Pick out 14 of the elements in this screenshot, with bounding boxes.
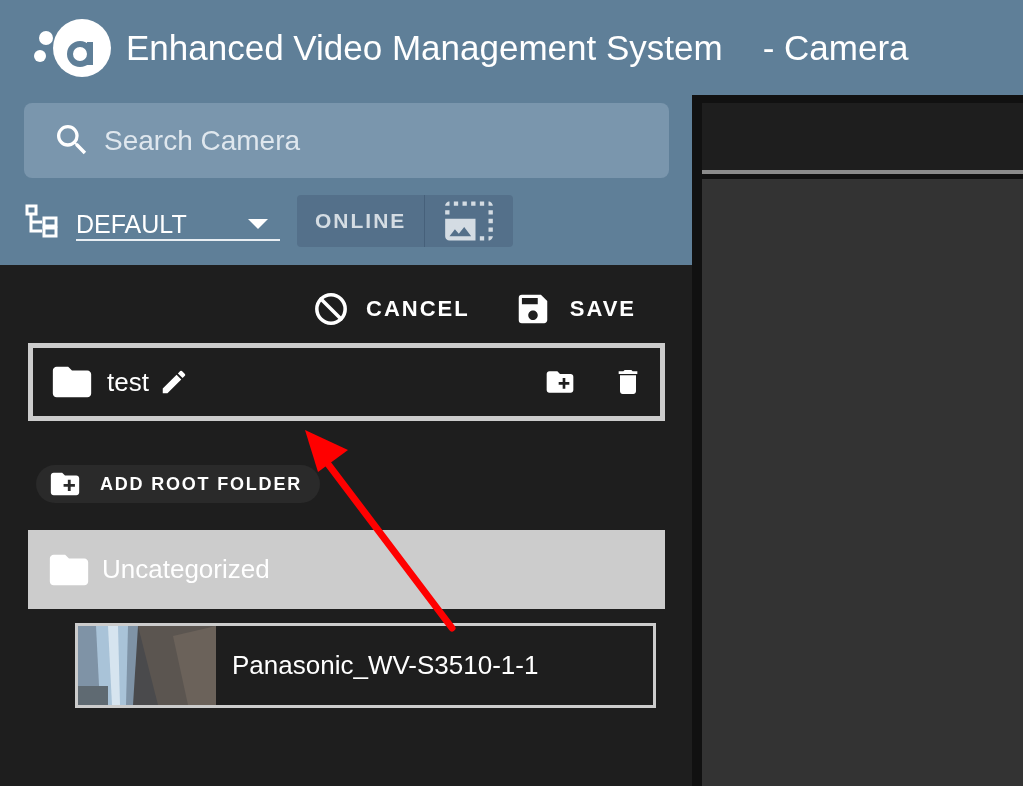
caret-icon (248, 219, 268, 229)
cancel-icon (314, 291, 349, 326)
add-root-folder-button[interactable]: ADD ROOT FOLDER (36, 465, 320, 503)
folder-name: test (107, 366, 149, 398)
camera-name: Panasonic_WV-S3510-1-1 (232, 650, 539, 681)
site-dropdown[interactable]: DEFAULT (76, 201, 280, 241)
page-subtitle: - Camera (762, 27, 909, 68)
hierarchy-icon[interactable] (24, 203, 60, 239)
folder-row[interactable]: test (28, 343, 665, 421)
save-button[interactable]: SAVE (513, 289, 636, 328)
cancel-button[interactable]: CANCEL (314, 291, 470, 326)
search-field[interactable]: Search Camera (24, 103, 669, 178)
camera-item[interactable]: Panasonic_WV-S3510-1-1 (75, 623, 656, 708)
window-title: Enhanced Video Management System (126, 27, 723, 68)
